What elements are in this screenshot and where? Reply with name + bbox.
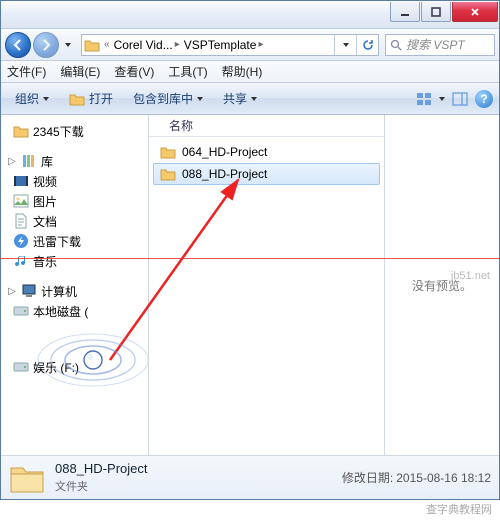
search-icon — [390, 39, 402, 51]
tree-label: 计算机 — [41, 283, 77, 300]
menu-help[interactable]: 帮助(H) — [222, 63, 263, 80]
breadcrumb-seg[interactable]: VSPTemplate▸ — [182, 35, 266, 55]
item-list[interactable]: 064_HD-Project 088_HD-Project — [149, 137, 384, 455]
folder-icon — [160, 166, 176, 182]
view-dropdown[interactable] — [439, 97, 445, 101]
menu-tools[interactable]: 工具(T) — [168, 63, 207, 80]
open-label: 打开 — [89, 90, 113, 107]
share-button[interactable]: 共享 — [215, 87, 265, 111]
breadcrumb-seg[interactable]: Corel Vid...▸ — [112, 35, 182, 55]
tree-node[interactable]: ▷库 — [5, 151, 144, 171]
menubar: 文件(F) 编辑(E) 查看(V) 工具(T) 帮助(H) — [1, 61, 499, 83]
open-button[interactable]: 打开 — [61, 87, 121, 111]
tree-node[interactable]: 迅雷下载 — [5, 231, 144, 251]
tree-node[interactable]: 本地磁盘 ( — [5, 301, 144, 321]
tree-label: 视频 — [33, 173, 57, 190]
tree-label: 娱乐 (F:) — [33, 359, 79, 376]
watermark: jb51.net — [451, 270, 490, 282]
search-placeholder: 搜索 VSPT — [406, 36, 465, 53]
nav-tree[interactable]: 2345下载 ▷库 视频 图片 文档 迅雷下载 音乐 ▷计算机 本地磁盘 ( 娱… — [1, 115, 149, 455]
folder-icon — [160, 144, 176, 160]
tree-node[interactable]: 娱乐 (F:) — [5, 357, 144, 377]
status-type: 文件夹 — [55, 478, 148, 494]
music-icon — [13, 253, 29, 269]
search-input[interactable]: 搜索 VSPT — [385, 34, 495, 56]
item-label: 064_HD-Project — [182, 145, 267, 159]
list-item[interactable]: 088_HD-Project — [153, 163, 380, 185]
tree-label: 迅雷下载 — [33, 233, 81, 250]
address-dropdown[interactable] — [334, 35, 356, 55]
minimize-button[interactable] — [390, 2, 420, 22]
tree-node[interactable]: 2345下载 — [5, 121, 144, 141]
folder-icon — [13, 123, 29, 139]
refresh-button[interactable] — [356, 35, 378, 55]
content-pane: 名称 064_HD-Project 088_HD-Project — [149, 115, 384, 455]
status-bar: 088_HD-Project 文件夹 修改日期: 2015-08-16 18:1… — [1, 455, 499, 499]
include-label: 包含到库中 — [133, 90, 193, 107]
video-icon — [13, 173, 29, 189]
library-icon — [21, 153, 37, 169]
tree-node[interactable]: 图片 — [5, 191, 144, 211]
close-button[interactable] — [452, 2, 498, 22]
organize-label: 组织 — [15, 90, 39, 107]
body: 2345下载 ▷库 视频 图片 文档 迅雷下载 音乐 ▷计算机 本地磁盘 ( 娱… — [1, 115, 499, 455]
menu-edit[interactable]: 编辑(E) — [60, 63, 100, 80]
doc-icon — [13, 213, 29, 229]
status-date-value: 2015-08-16 18:12 — [396, 471, 491, 485]
item-label: 088_HD-Project — [182, 167, 267, 181]
forward-button[interactable] — [33, 32, 59, 58]
drive-icon — [13, 303, 29, 319]
back-button[interactable] — [5, 32, 31, 58]
share-label: 共享 — [223, 90, 247, 107]
breadcrumb-label: VSPTemplate — [184, 38, 257, 52]
breadcrumb-label: Corel Vid... — [114, 38, 173, 52]
thunder-icon — [13, 233, 29, 249]
menu-view[interactable]: 查看(V) — [114, 63, 154, 80]
watermark: 查字典教程网 — [426, 501, 492, 517]
tree-label: 图片 — [33, 193, 57, 210]
computer-icon — [21, 283, 37, 299]
menu-file[interactable]: 文件(F) — [7, 63, 46, 80]
address-bar[interactable]: « Corel Vid...▸ VSPTemplate▸ — [81, 34, 379, 56]
list-item[interactable]: 064_HD-Project — [153, 141, 380, 163]
explorer-window: « Corel Vid...▸ VSPTemplate▸ 搜索 VSPT 文件(… — [0, 0, 500, 500]
tree-node[interactable]: 文档 — [5, 211, 144, 231]
folder-open-icon — [69, 92, 85, 106]
tree-label: 文档 — [33, 213, 57, 230]
tree-label: 2345下载 — [33, 123, 84, 140]
tree-label: 本地磁盘 ( — [33, 303, 88, 320]
toolbar: 组织 打开 包含到库中 共享 ? — [1, 83, 499, 115]
preview-pane: 没有预览。 — [384, 115, 499, 455]
organize-button[interactable]: 组织 — [7, 87, 57, 111]
nav-history-dropdown[interactable] — [61, 32, 75, 58]
status-name: 088_HD-Project — [55, 461, 148, 476]
tree-node[interactable]: 视频 — [5, 171, 144, 191]
help-button[interactable]: ? — [475, 90, 493, 108]
tree-label: 库 — [41, 153, 53, 170]
column-name-label: 名称 — [169, 117, 193, 134]
maximize-button[interactable] — [421, 2, 451, 22]
preview-pane-button[interactable] — [449, 88, 471, 110]
navbar: « Corel Vid...▸ VSPTemplate▸ 搜索 VSPT — [1, 29, 499, 61]
status-date-label: 修改日期: — [342, 471, 393, 485]
picture-icon — [13, 193, 29, 209]
tree-node[interactable]: 音乐 — [5, 251, 144, 271]
column-header[interactable]: 名称 — [149, 115, 384, 137]
folder-icon — [9, 462, 45, 494]
titlebar — [1, 1, 499, 29]
tree-label: 音乐 — [33, 253, 57, 270]
tree-node[interactable]: ▷计算机 — [5, 281, 144, 301]
drive-icon — [13, 359, 29, 375]
view-button[interactable] — [413, 88, 435, 110]
include-button[interactable]: 包含到库中 — [125, 87, 211, 111]
